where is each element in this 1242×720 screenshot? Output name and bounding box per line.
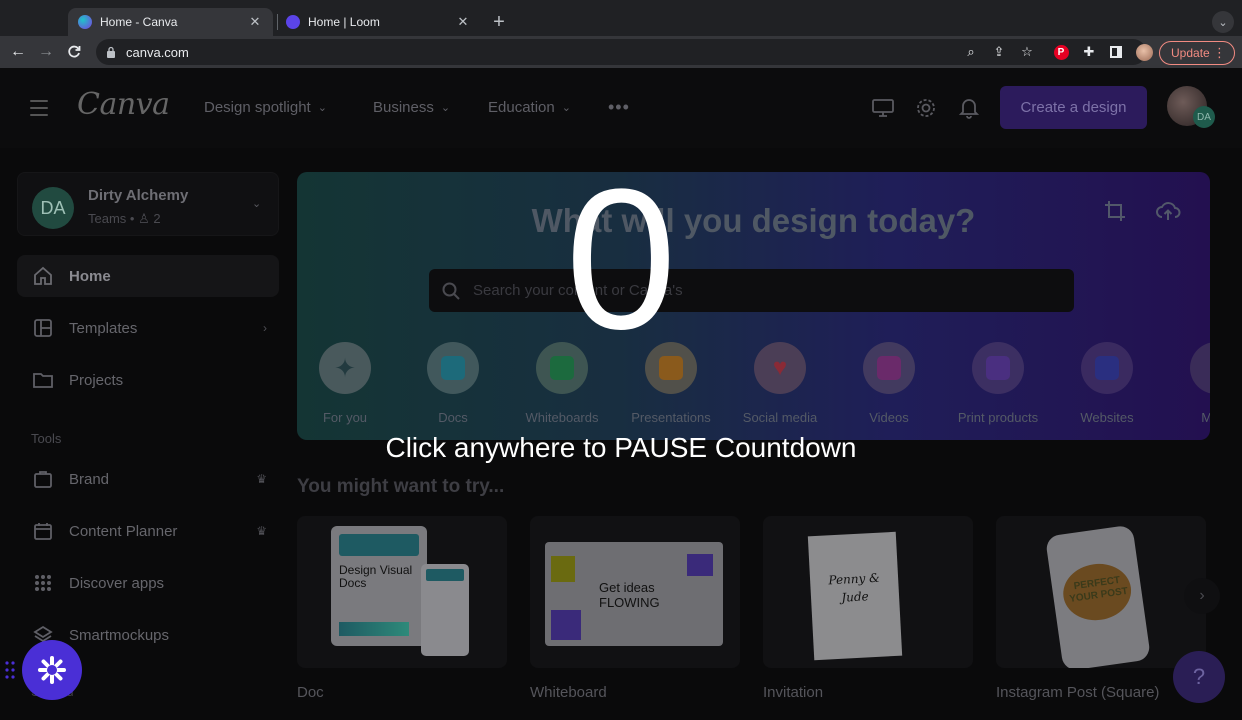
- menu-dots-icon: ⋮: [1213, 45, 1226, 60]
- lock-icon: [107, 46, 115, 58]
- pinterest-extension-icon[interactable]: P: [1052, 43, 1070, 61]
- bookmark-star-icon[interactable]: ☆: [1018, 43, 1036, 61]
- zoom-icon[interactable]: ⌕: [962, 43, 980, 61]
- countdown-number: 0: [565, 148, 677, 371]
- tab-canva[interactable]: Home - Canva ✕: [68, 8, 273, 36]
- profile-avatar-icon[interactable]: [1135, 43, 1153, 61]
- loom-favicon-icon: [286, 15, 300, 29]
- reload-icon[interactable]: [63, 41, 85, 63]
- new-tab-icon[interactable]: +: [488, 11, 510, 33]
- side-panel-icon[interactable]: [1107, 43, 1125, 61]
- tab-loom[interactable]: Home | Loom ✕: [276, 8, 481, 36]
- back-arrow-icon[interactable]: ←: [7, 41, 29, 63]
- forward-arrow-icon[interactable]: →: [35, 41, 57, 63]
- tab-search-chevron-icon[interactable]: ⌄: [1212, 11, 1234, 33]
- tab-close-icon[interactable]: ✕: [247, 14, 263, 30]
- extensions-puzzle-icon[interactable]: ✚: [1080, 43, 1098, 61]
- browser-toolbar: ← → canva.com ⌕ ⇪ ☆ P ✚: [0, 36, 1242, 68]
- tab-title: Home | Loom: [308, 15, 380, 29]
- browser-tab-strip: Home - Canva ✕ Home | Loom ✕ + ⌄: [0, 0, 1242, 36]
- url-text: canva.com: [126, 44, 189, 60]
- update-button[interactable]: Update ⋮: [1159, 41, 1235, 65]
- share-icon[interactable]: ⇪: [990, 43, 1008, 61]
- countdown-message: Click anywhere to PAUSE Countdown: [385, 432, 857, 463]
- update-label: Update: [1171, 46, 1210, 60]
- tab-close-icon[interactable]: ✕: [455, 14, 471, 30]
- tab-title: Home - Canva: [100, 15, 178, 29]
- address-bar[interactable]: canva.com: [96, 39, 1146, 65]
- canva-favicon-icon: [78, 15, 92, 29]
